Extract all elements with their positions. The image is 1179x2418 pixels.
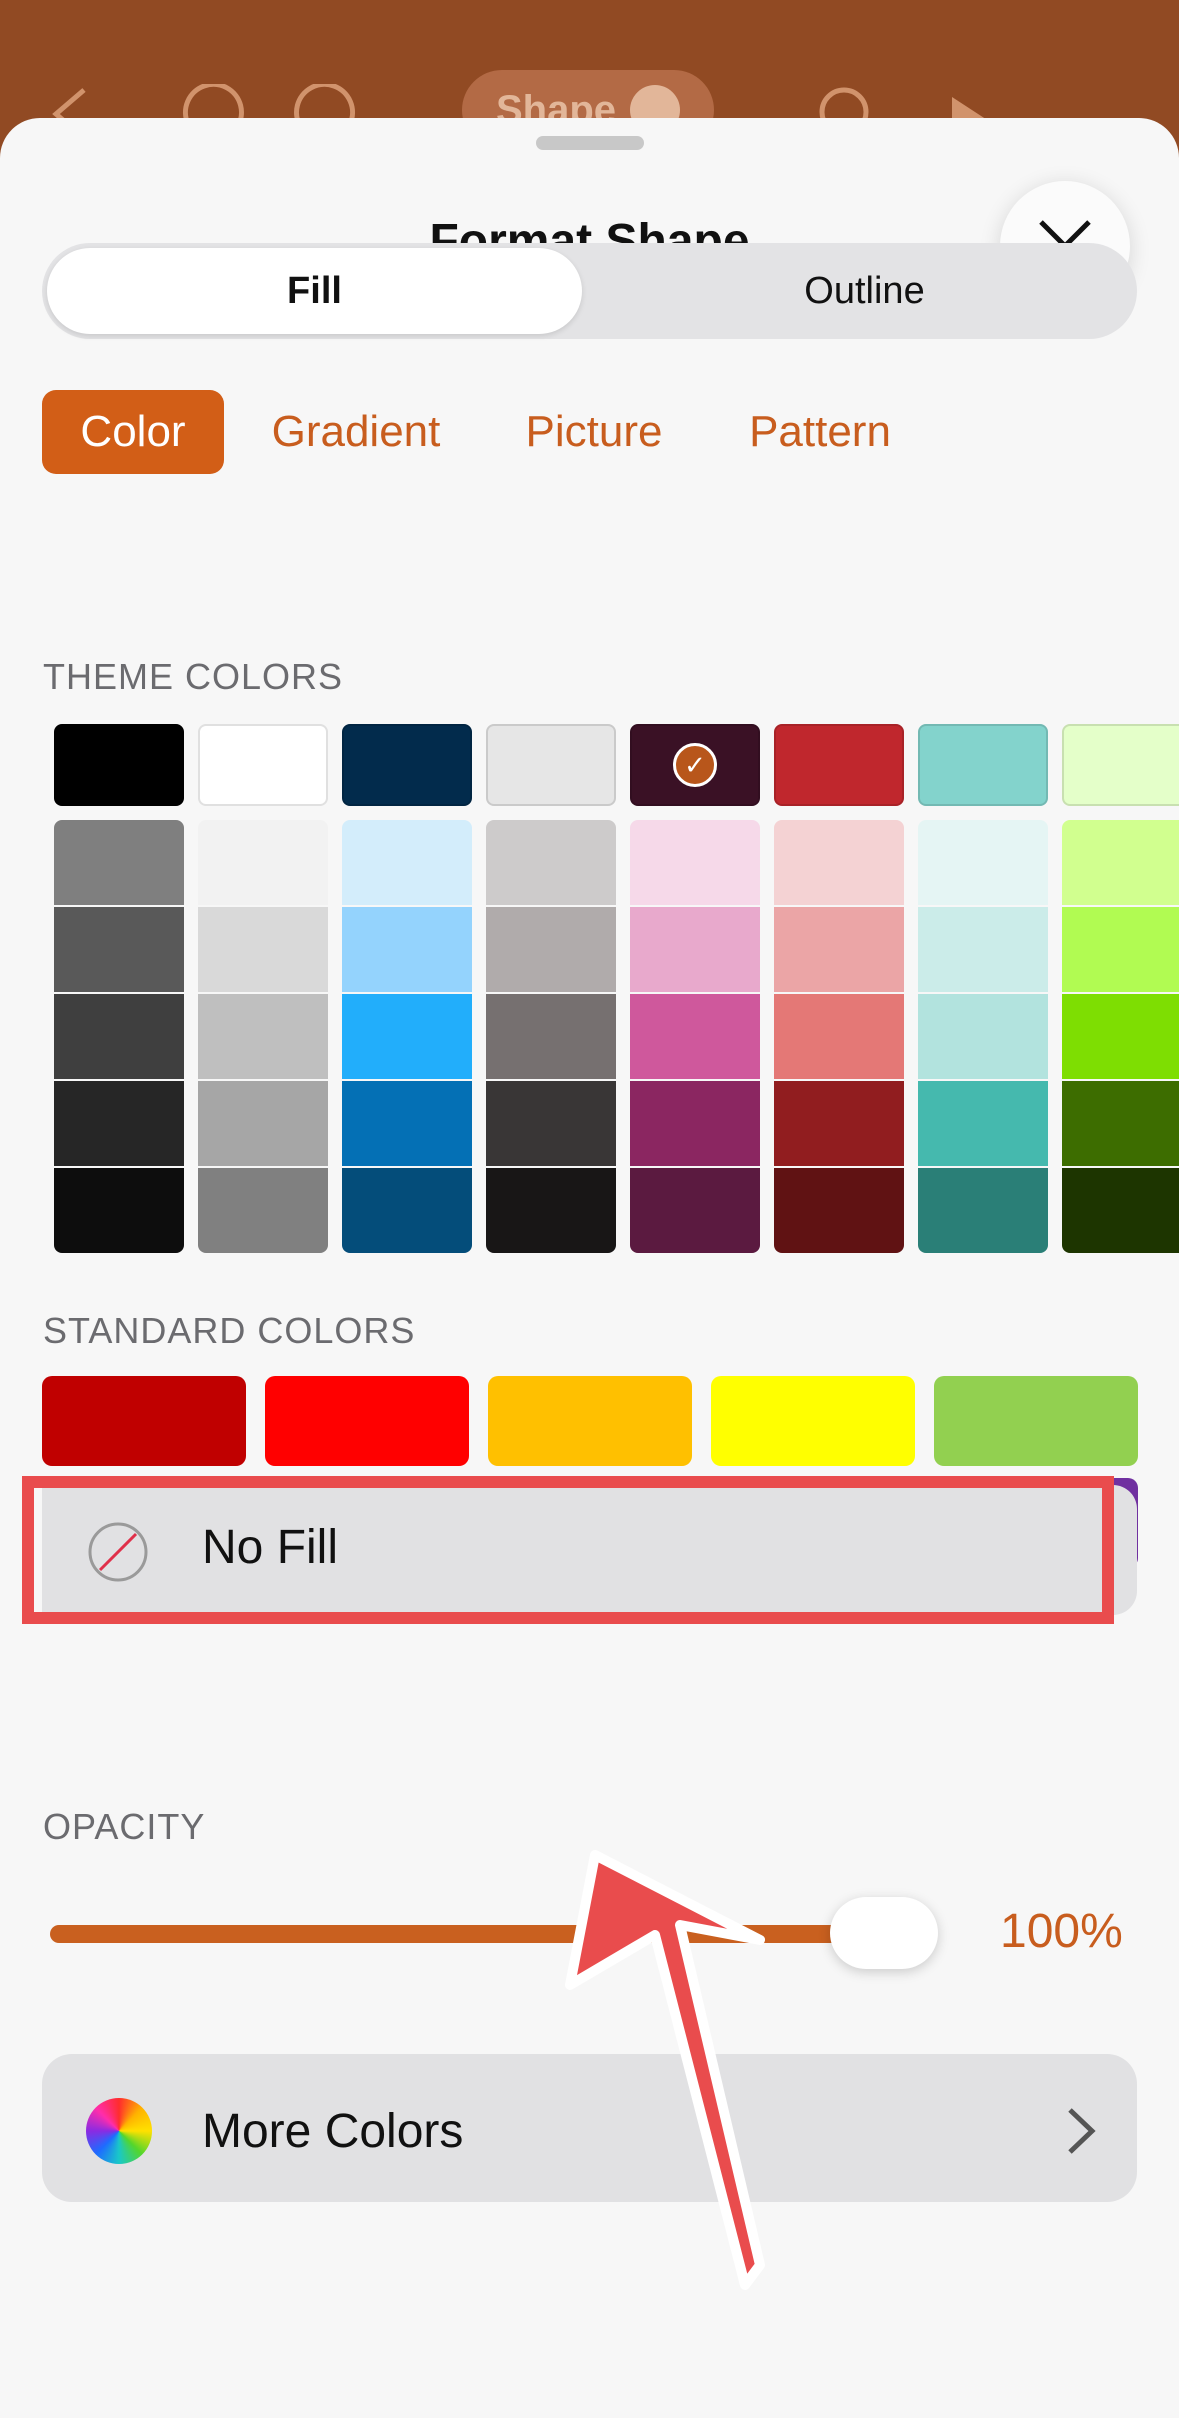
theme-shade-swatch[interactable] [342, 820, 472, 905]
theme-shade-swatch[interactable] [918, 994, 1048, 1079]
theme-shade-swatch[interactable] [918, 907, 1048, 992]
theme-shade-swatch[interactable] [54, 820, 184, 905]
theme-shade-swatch[interactable] [342, 907, 472, 992]
theme-shade-swatch[interactable] [630, 994, 760, 1079]
theme-shade-swatch[interactable] [1062, 1168, 1179, 1253]
theme-color-swatch[interactable] [342, 724, 472, 806]
theme-color-swatch[interactable] [918, 724, 1048, 806]
checkmark-icon: ✓ [673, 743, 717, 787]
sheet-grabber[interactable] [536, 136, 644, 150]
theme-shade-swatch[interactable] [774, 907, 904, 992]
theme-shade-swatch[interactable] [486, 1081, 616, 1166]
theme-color-swatch[interactable] [774, 724, 904, 806]
theme-shade-swatch[interactable] [774, 820, 904, 905]
theme-shade-swatch[interactable] [630, 1081, 760, 1166]
theme-shade-swatch[interactable] [54, 1168, 184, 1253]
app-toolbar: Shape [0, 0, 1179, 150]
standard-color-swatch[interactable] [265, 1376, 469, 1466]
theme-shade-swatch[interactable] [630, 820, 760, 905]
theme-shade-swatch[interactable] [54, 994, 184, 1079]
theme-shade-swatch[interactable] [198, 994, 328, 1079]
theme-shade-swatch[interactable] [1062, 907, 1179, 992]
theme-shade-swatch[interactable] [630, 1168, 760, 1253]
theme-shade-swatch[interactable] [198, 1168, 328, 1253]
theme-shade-swatch[interactable] [774, 994, 904, 1079]
theme-shade-swatch[interactable] [1062, 994, 1179, 1079]
theme-color-swatch[interactable] [1062, 724, 1179, 806]
color-wheel-icon [86, 2098, 152, 2164]
theme-shade-swatch[interactable] [630, 907, 760, 992]
theme-shade-swatch[interactable] [918, 820, 1048, 905]
standard-color-swatch[interactable] [42, 1376, 246, 1466]
theme-shade-swatch[interactable] [1062, 820, 1179, 905]
opacity-slider-track[interactable] [50, 1925, 880, 1943]
theme-shade-swatch[interactable] [54, 1081, 184, 1166]
theme-shade-swatch[interactable] [198, 820, 328, 905]
opacity-slider-thumb[interactable] [830, 1897, 938, 1969]
theme-shade-swatch[interactable] [486, 820, 616, 905]
theme-colors-label: THEME COLORS [43, 656, 344, 697]
theme-color-swatch[interactable] [54, 724, 184, 806]
theme-shade-swatch[interactable] [774, 1168, 904, 1253]
opacity-value: 100% [1000, 1905, 1123, 1958]
fill-type-color[interactable]: Color [42, 390, 224, 474]
theme-color-swatch[interactable]: ✓ [630, 724, 760, 806]
highlight-box [22, 1476, 1114, 1624]
tab-fill[interactable]: Fill [47, 248, 582, 334]
theme-shade-swatch[interactable] [198, 907, 328, 992]
fill-outline-segmented-control: Fill Outline [42, 243, 1137, 339]
fill-type-pattern[interactable]: Pattern [736, 390, 904, 474]
theme-shade-swatch[interactable] [486, 994, 616, 1079]
theme-shade-swatch[interactable] [342, 1081, 472, 1166]
theme-shade-swatch[interactable] [486, 907, 616, 992]
theme-shade-swatch[interactable] [342, 994, 472, 1079]
more-colors-label: More Colors [202, 2105, 464, 2158]
theme-shade-swatch[interactable] [918, 1168, 1048, 1253]
tab-outline[interactable]: Outline [597, 248, 1132, 334]
fill-type-gradient[interactable]: Gradient [256, 390, 456, 474]
fill-type-picture[interactable]: Picture [514, 390, 674, 474]
standard-color-swatch[interactable] [488, 1376, 692, 1466]
standard-colors-label: STANDARD COLORS [43, 1310, 416, 1351]
standard-color-swatch[interactable] [711, 1376, 915, 1466]
theme-color-swatch[interactable] [486, 724, 616, 806]
standard-color-swatch[interactable] [934, 1376, 1138, 1466]
theme-shade-swatch[interactable] [486, 1168, 616, 1253]
theme-shade-swatch[interactable] [1062, 1081, 1179, 1166]
theme-color-swatch[interactable] [198, 724, 328, 806]
theme-shade-swatch[interactable] [54, 907, 184, 992]
theme-shade-swatch[interactable] [918, 1081, 1048, 1166]
theme-shade-swatch[interactable] [342, 1168, 472, 1253]
theme-shade-swatch[interactable] [198, 1081, 328, 1166]
opacity-label: OPACITY [43, 1806, 206, 1847]
chevron-right-icon [1068, 2108, 1096, 2154]
theme-shade-swatch[interactable] [774, 1081, 904, 1166]
